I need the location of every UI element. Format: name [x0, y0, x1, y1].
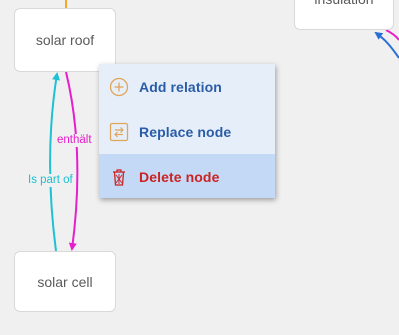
add-circle-icon	[109, 77, 129, 97]
menu-item-delete-node[interactable]: Delete node	[99, 154, 275, 198]
node-solar-cell-label: solar cell	[37, 273, 93, 290]
context-menu: Add relation Replace node Delete node	[99, 64, 275, 198]
swap-icon	[109, 122, 129, 142]
node-insulation[interactable]: insulation	[294, 0, 394, 30]
menu-item-delete-node-label: Delete node	[139, 168, 220, 185]
is-part-of-edge	[49, 72, 60, 252]
node-insulation-label: insulation	[314, 0, 373, 7]
graph-canvas[interactable]: insulation solar roof solar cell enthält…	[0, 0, 399, 335]
node-solar-roof-label: solar roof	[35, 32, 95, 48]
menu-item-replace-node-label: Replace node	[139, 123, 232, 140]
menu-item-add-relation[interactable]: Add relation	[99, 64, 275, 109]
trash-icon	[109, 167, 129, 187]
menu-item-replace-node[interactable]: Replace node	[99, 109, 275, 154]
insulation-edge-magenta	[385, 29, 399, 41]
node-solar-roof[interactable]: solar roof	[14, 8, 116, 72]
menu-item-add-relation-label: Add relation	[139, 78, 222, 95]
contains-edge-label[interactable]: enthält	[56, 134, 93, 147]
node-solar-cell[interactable]: solar cell	[14, 251, 116, 312]
contains-edge	[65, 71, 79, 251]
insulation-edge-blue	[374, 31, 399, 59]
is-part-of-edge-label[interactable]: Is part of	[27, 174, 74, 187]
